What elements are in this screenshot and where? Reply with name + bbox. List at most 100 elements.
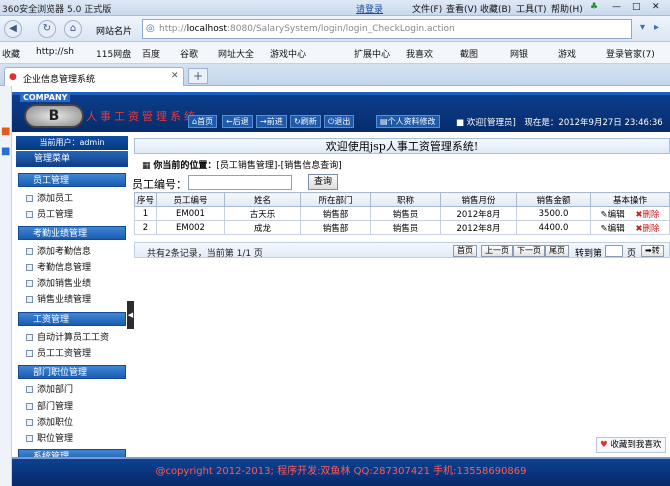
cell-id: EM001 xyxy=(156,206,225,221)
col-header: 所在部门 xyxy=(300,192,371,207)
section-employee[interactable]: 员工管理 xyxy=(18,173,126,187)
menu-item-position-manage[interactable]: 职位管理 xyxy=(26,431,73,444)
go-button[interactable]: ➡转 xyxy=(641,245,664,257)
query-button[interactable]: 查询 xyxy=(308,174,338,190)
menu-item-add-attendance[interactable]: 添加考勤信息 xyxy=(26,244,91,257)
menu-item-sales-manage[interactable]: 销售业绩管理 xyxy=(26,292,91,305)
home-button[interactable]: ⌂首页 xyxy=(188,115,218,128)
delete-link[interactable]: ✖删除 xyxy=(635,224,659,234)
doc-icon xyxy=(26,403,33,410)
sidebar-collapse-handle[interactable]: ◀ xyxy=(127,301,134,329)
forward-button[interactable]: →前进 xyxy=(256,115,287,128)
section-dept-position[interactable]: 部门职位管理 xyxy=(18,365,126,379)
fav-google[interactable]: 谷歌 xyxy=(180,47,198,60)
menu-item-dept-manage[interactable]: 部门管理 xyxy=(26,399,73,412)
fav-115[interactable]: 115网盘 xyxy=(96,47,131,60)
cell-actions: ✎编辑 ✖删除 xyxy=(590,220,670,235)
menu-item-add-dept[interactable]: 添加部门 xyxy=(26,382,73,395)
menu-item-auto-salary[interactable]: 自动计算员工工资 xyxy=(26,330,109,343)
menu-item-add-sales[interactable]: 添加销售业绩 xyxy=(26,276,91,289)
menu-title: 管理菜单 xyxy=(16,151,128,167)
menu-item-attendance-manage[interactable]: 考勤信息管理 xyxy=(26,260,91,273)
cell-dept: 销售部 xyxy=(300,206,371,221)
side-tool-icon[interactable]: ■ xyxy=(1,146,10,157)
table-row: 2 EM002 成龙 销售部 销售员 2012年8月 4400.0 ✎编辑 ✖删… xyxy=(134,220,670,235)
menu-tools[interactable]: 工具(T) xyxy=(516,2,547,15)
menu-item-add-position[interactable]: 添加职位 xyxy=(26,415,73,428)
fav-http[interactable]: http://sh xyxy=(36,47,74,57)
screenshot[interactable]: 截图 xyxy=(460,47,478,60)
tab-close-icon[interactable]: ✕ xyxy=(171,71,179,81)
doc-icon xyxy=(26,248,33,255)
games[interactable]: 游戏 xyxy=(558,47,576,60)
i-like[interactable]: 我喜欢 xyxy=(406,47,433,60)
cell-amount: 3500.0 xyxy=(516,206,591,221)
doc-icon xyxy=(26,350,33,357)
last-page-button[interactable]: 尾页 xyxy=(545,245,569,257)
section-attendance[interactable]: 考勤业绩管理 xyxy=(18,226,126,240)
system-title: 人事工资管理系统 xyxy=(86,110,198,123)
menu-favorites[interactable]: 收藏(B) xyxy=(480,2,511,15)
profile-button[interactable]: ▤个人资料修改 xyxy=(376,115,440,128)
col-header: 基本操作 xyxy=(590,192,670,207)
side-tool-icon[interactable]: ■ xyxy=(1,126,10,137)
back-icon[interactable]: ◀ xyxy=(4,20,22,38)
menu-view[interactable]: 查看(V) xyxy=(446,2,477,15)
refresh-button[interactable]: ↻刷新 xyxy=(290,115,321,128)
netbank[interactable]: 网银 xyxy=(510,47,528,60)
fav-baidu[interactable]: 百度 xyxy=(142,47,160,60)
welcome-banner: 欢迎使用jsp人事工资管理系统! xyxy=(134,138,670,154)
menu-item-employee-manage[interactable]: 员工管理 xyxy=(26,207,73,220)
address-bar[interactable]: ◎ http://localhost:8080/SalarySystem/log… xyxy=(142,19,632,39)
maximize-icon[interactable]: □ xyxy=(632,2,641,12)
goto-label: 转到第 xyxy=(575,249,603,259)
next-page-button[interactable]: 下一页 xyxy=(513,245,545,257)
back-button[interactable]: ←后退 xyxy=(222,115,253,128)
fav-collect[interactable]: 收藏 xyxy=(2,47,20,60)
menu-item-add-employee[interactable]: 添加员工 xyxy=(26,191,73,204)
menu-file[interactable]: 文件(F) xyxy=(412,2,442,15)
ext-center[interactable]: 扩展中心 xyxy=(354,47,390,60)
doc-icon xyxy=(26,211,33,218)
table-header-row: 序号 员工编号 姓名 所在部门 职称 销售月份 销售金额 基本操作 xyxy=(134,192,670,207)
go-icon[interactable]: ▸ xyxy=(654,22,659,33)
company-label: COMPANY xyxy=(20,93,71,102)
menu-item-salary-manage[interactable]: 员工工资管理 xyxy=(26,346,91,359)
login-link[interactable]: 请登录 xyxy=(356,2,383,15)
shirt-icon[interactable]: ♣ xyxy=(590,2,598,12)
dropdown-icon[interactable]: ▾ xyxy=(640,22,645,33)
fav-sites[interactable]: 网址大全 xyxy=(218,47,254,60)
site-card-button[interactable]: 网站名片 xyxy=(96,24,132,37)
pager-info: 共有2条记录，当前第 1/1 页 xyxy=(147,249,263,259)
edit-link[interactable]: ✎编辑 xyxy=(600,224,624,234)
window-title: 360安全浏览器 5.0 正式版 xyxy=(2,5,112,15)
search-label: 员工编号： xyxy=(132,178,187,191)
prev-page-button[interactable]: 上一页 xyxy=(481,245,513,257)
col-header: 职称 xyxy=(370,192,441,207)
pager: 共有2条记录，当前第 1/1 页 首页 上一页 下一页 尾页 转到第 页 ➡转 xyxy=(134,242,670,259)
col-header: 姓名 xyxy=(224,192,301,207)
delete-link[interactable]: ✖删除 xyxy=(635,210,659,220)
minimize-icon[interactable]: — xyxy=(612,2,621,12)
employee-id-input[interactable] xyxy=(188,175,292,190)
fav-games[interactable]: 游戏中心 xyxy=(270,47,306,60)
new-tab-button[interactable]: + xyxy=(188,68,208,84)
collect-button[interactable]: ♥ 收藏到我喜欢 xyxy=(596,437,666,453)
home-icon[interactable]: ⌂ xyxy=(64,20,82,38)
cell-name: 成龙 xyxy=(224,220,301,235)
tab-favicon-icon: ● xyxy=(9,72,17,82)
menu-help[interactable]: 帮助(H) xyxy=(551,2,583,15)
copyright-text: @copyright 2012-2013; 程序开发:双鱼林 QQ:287307… xyxy=(155,466,527,477)
section-salary[interactable]: 工资管理 xyxy=(18,312,126,326)
doc-icon xyxy=(26,419,33,426)
edit-link[interactable]: ✎编辑 xyxy=(600,210,624,220)
first-page-button[interactable]: 首页 xyxy=(453,245,477,257)
doc-icon xyxy=(26,435,33,442)
tab-active[interactable]: ● 企业信息管理系统 ✕ xyxy=(4,67,184,86)
logout-button[interactable]: ⏻退出 xyxy=(324,115,355,128)
close-icon[interactable]: ✕ xyxy=(652,2,660,12)
pencil-icon: ✎ xyxy=(600,209,608,220)
page-number-input[interactable] xyxy=(605,245,623,257)
login-manager[interactable]: 登录管家(7) xyxy=(606,47,655,60)
refresh-icon[interactable]: ↻ xyxy=(38,20,56,38)
